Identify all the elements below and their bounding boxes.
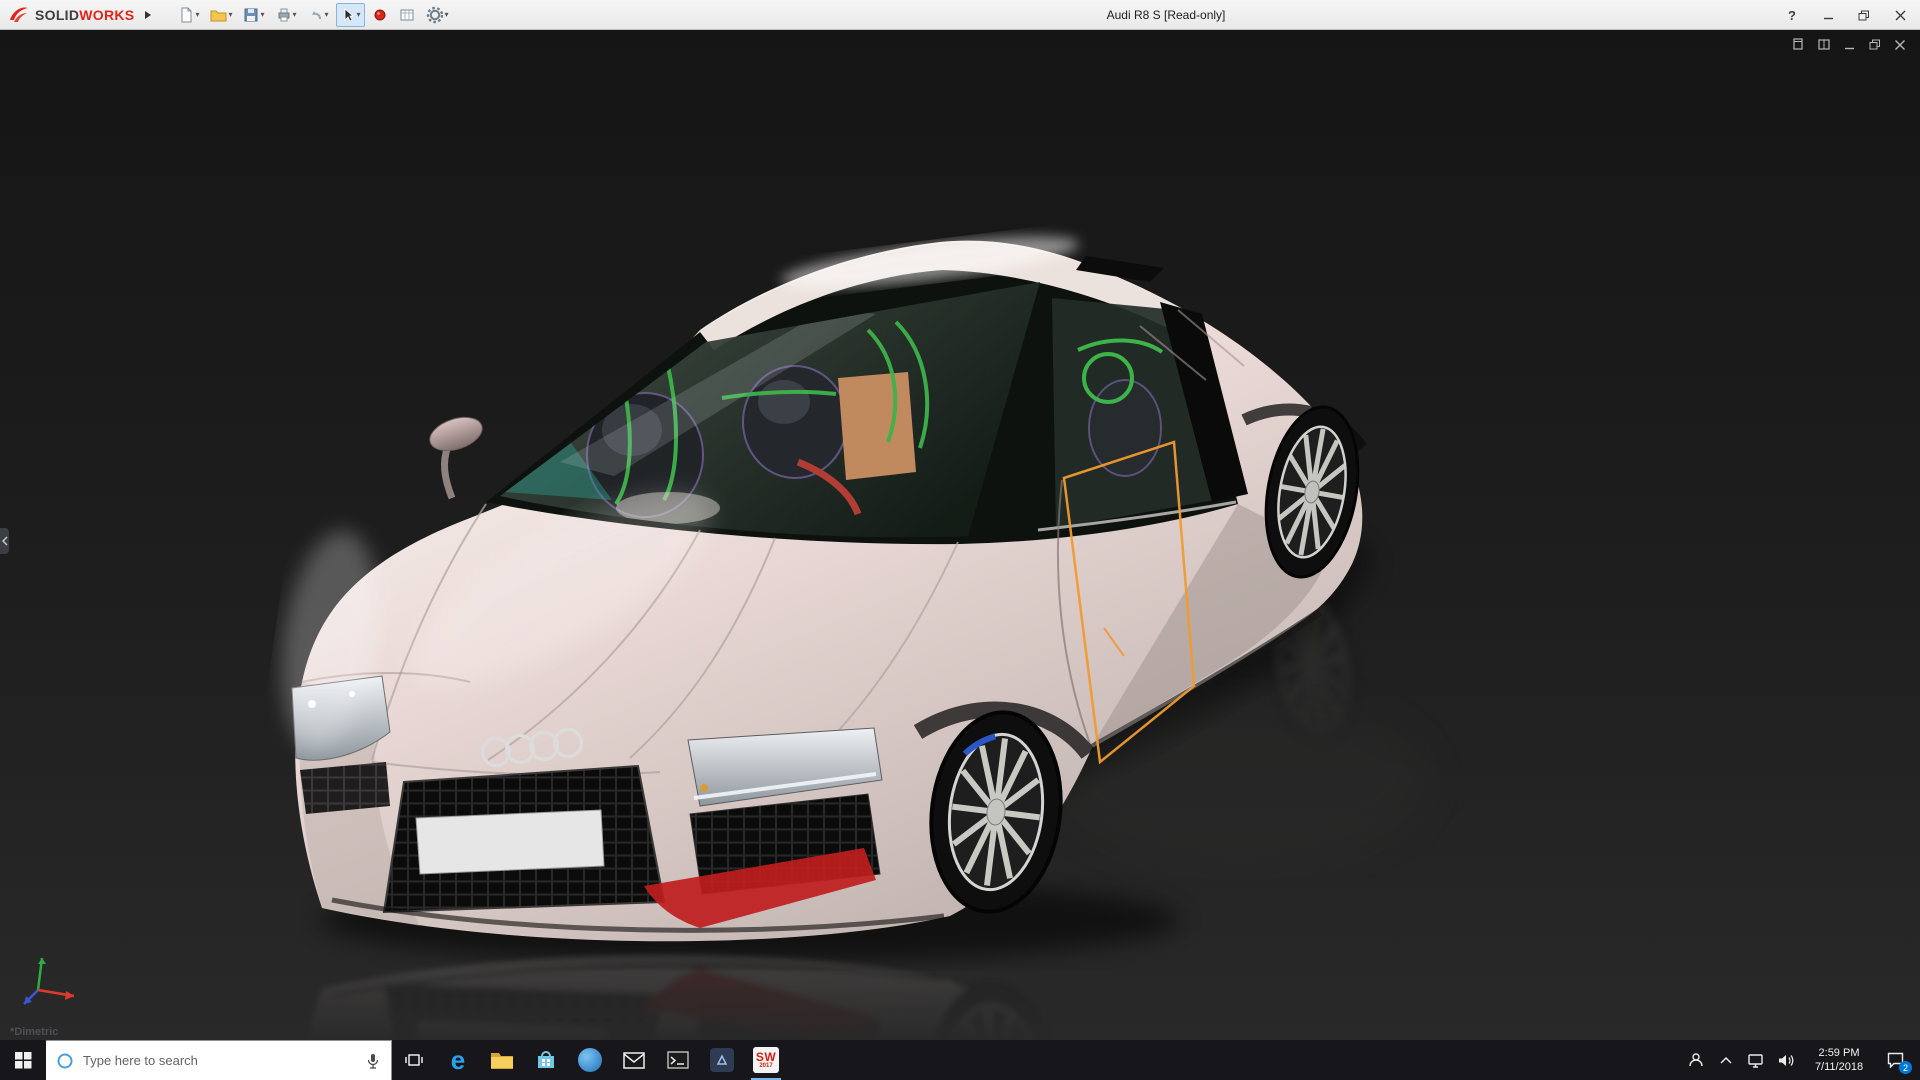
task-view-button[interactable] [392,1040,436,1080]
tray-overflow-button[interactable] [1711,1040,1741,1080]
save-icon [243,7,259,23]
people-icon [1688,1052,1704,1068]
undo-button[interactable]: ▾ [304,3,333,27]
file-explorer-icon [490,1050,514,1070]
save-button[interactable]: ▾ [239,3,268,27]
volume-icon [1778,1053,1795,1068]
options-gear-icon [426,6,444,24]
solidworks-taskbar-icon: SW2017 [753,1047,779,1073]
store-bag-icon [535,1049,557,1071]
open-folder-icon [210,7,227,23]
clock-date: 7/11/2018 [1801,1060,1877,1074]
start-button[interactable] [0,1040,46,1080]
close-button[interactable] [1892,7,1908,23]
dropdown-caret-icon[interactable]: ▾ [293,11,297,19]
view-orientation-label: *Dimetric [10,1026,58,1038]
menu-flyout-arrow-icon[interactable] [144,10,152,20]
microphone-icon[interactable] [365,1053,381,1069]
new-document-icon [178,7,194,23]
tile-window-icon[interactable] [1818,38,1831,51]
document-title: Audi R8 S [Read-only] [1107,8,1226,22]
app-icon-edrawings[interactable] [700,1040,744,1080]
terminal-icon [667,1051,689,1069]
select-tool-button[interactable]: ▾ [336,3,365,27]
system-tray: 2:59 PM 7/11/2018 2 [1681,1040,1920,1080]
solidworks-logo: SOLIDWORKS [8,5,134,25]
app-icon-mail[interactable] [612,1040,656,1080]
dropdown-caret-icon[interactable]: ▾ [195,11,199,19]
help-button[interactable]: ? [1784,7,1800,23]
notification-badge: 2 [1899,1061,1912,1074]
app-icon-solidworks[interactable]: SW2017 [744,1040,788,1080]
search-input[interactable] [83,1053,323,1068]
app-icon-edge[interactable]: e [436,1040,480,1080]
minimize-button[interactable] [1820,7,1836,23]
action-center-button[interactable]: 2 [1877,1040,1913,1080]
titlebar: SOLIDWORKS ▾ ▾ ▾ ▾ ▾ [0,0,1920,30]
file-properties-button[interactable] [395,3,419,27]
file-properties-icon [399,7,415,23]
triad-y-axis [38,958,46,990]
task-view-icon [405,1051,423,1069]
dropdown-caret-icon[interactable]: ▾ [325,11,329,19]
doc-minimize-icon[interactable] [1844,39,1856,51]
3d-scene[interactable] [0,30,1920,1040]
volume-button[interactable] [1771,1040,1801,1080]
dropdown-caret-icon[interactable]: ▾ [260,11,264,19]
edrawings-icon [710,1048,734,1072]
print-button[interactable]: ▾ [272,3,301,27]
triad-x-axis [38,990,74,1000]
dropdown-caret-icon[interactable]: ▾ [357,11,361,19]
open-button[interactable]: ▾ [206,3,236,27]
window-controls: ? [1784,0,1908,30]
taskbar: e SW2017 [0,1040,1920,1080]
document-window-controls [1792,38,1906,51]
rebuild-button[interactable] [368,3,392,27]
cortana-icon [56,1052,74,1070]
chevron-up-icon [1720,1056,1732,1064]
screen: SOLIDWORKS ▾ ▾ ▾ ▾ ▾ [0,0,1920,1080]
solidworks-logo-icon [8,5,30,25]
panel-expand-tab[interactable] [0,528,9,554]
doc-restore-icon[interactable] [1869,39,1881,51]
print-icon [276,7,292,23]
dropdown-caret-icon[interactable]: ▾ [228,11,232,19]
new-window-icon[interactable] [1792,38,1805,51]
taskbar-search[interactable] [46,1040,392,1080]
app-icon-photos[interactable] [568,1040,612,1080]
graphics-area[interactable]: *Dimetric [0,30,1920,1040]
app-icon-file-explorer[interactable] [480,1040,524,1080]
network-button[interactable] [1741,1040,1771,1080]
doc-close-icon[interactable] [1894,39,1906,51]
edge-icon: e [451,1047,465,1073]
triad-z-axis [24,990,38,1004]
network-icon [1748,1053,1765,1068]
chevron-left-icon [2,536,8,546]
dropdown-caret-icon[interactable]: ▾ [445,11,449,19]
people-button[interactable] [1681,1040,1711,1080]
clock-time: 2:59 PM [1801,1046,1877,1060]
select-arrow-icon [340,7,356,23]
quick-access-toolbar: ▾ ▾ ▾ ▾ ▾ ▾ [174,3,452,27]
mail-icon [623,1052,645,1069]
options-button[interactable]: ▾ [422,3,453,27]
taskbar-clock[interactable]: 2:59 PM 7/11/2018 [1801,1046,1877,1075]
new-document-button[interactable]: ▾ [174,3,203,27]
rebuild-icon [372,7,388,23]
undo-icon [308,7,324,23]
orientation-triad[interactable] [14,944,88,1016]
app-icon-terminal[interactable] [656,1040,700,1080]
photos-icon [578,1048,602,1072]
restore-button[interactable] [1856,7,1872,23]
brand-text: SOLIDWORKS [35,7,134,23]
windows-logo-icon [15,1052,32,1069]
app-icon-store[interactable] [524,1040,568,1080]
